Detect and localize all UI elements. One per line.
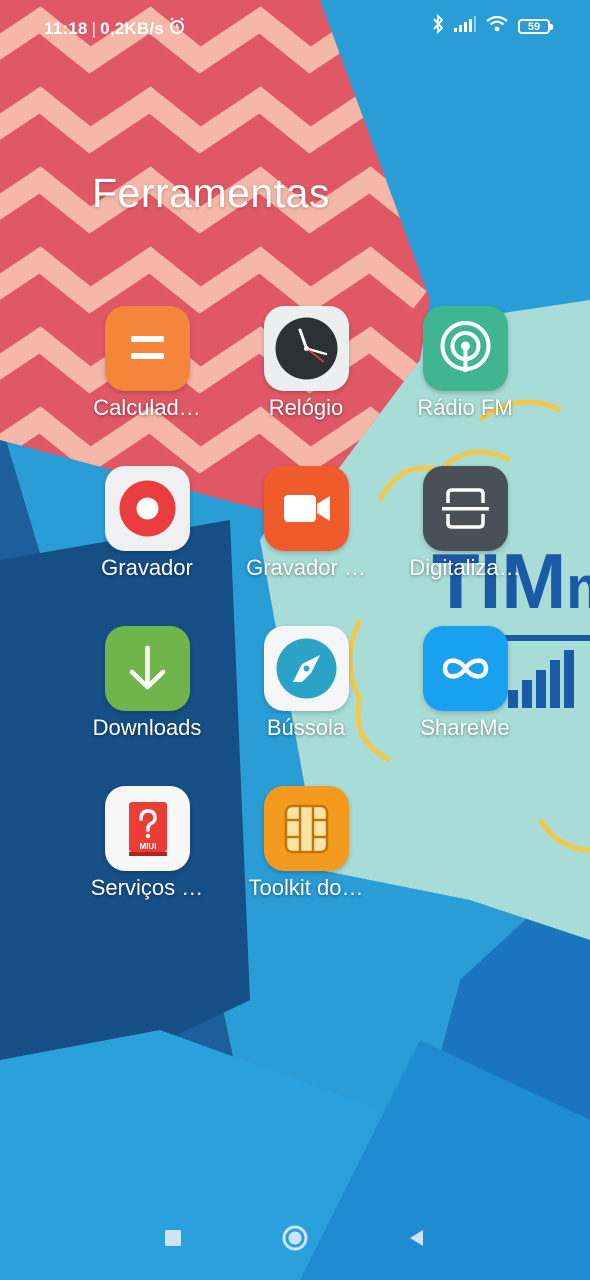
back-icon bbox=[407, 1228, 427, 1253]
app-clock[interactable]: Relógio bbox=[226, 306, 386, 421]
app-label: Toolkit do… bbox=[248, 875, 364, 900]
wallpaper-brand-suffix: m bbox=[566, 554, 590, 621]
scanner-icon bbox=[422, 466, 508, 551]
app-label: Downloads bbox=[92, 715, 202, 740]
download-icon bbox=[104, 626, 190, 711]
app-compass[interactable]: Bússola bbox=[226, 626, 386, 741]
app-calculator[interactable]: Calculad… bbox=[67, 306, 227, 421]
app-label: Calculad… bbox=[93, 395, 201, 420]
navigation-bar bbox=[0, 1200, 590, 1280]
app-label: Relógio bbox=[268, 395, 344, 420]
radio-icon bbox=[422, 306, 508, 391]
recents-button[interactable] bbox=[153, 1220, 193, 1260]
app-screen-recorder[interactable]: Gravador … bbox=[226, 466, 386, 581]
app-label: Rádio FM bbox=[417, 395, 513, 420]
recents-icon bbox=[163, 1228, 183, 1253]
app-scanner[interactable]: Digitaliza… bbox=[385, 466, 545, 581]
status-time: 11:18 bbox=[44, 18, 88, 38]
app-label: ShareMe bbox=[420, 715, 510, 740]
miui-services-icon: MIUI bbox=[104, 786, 190, 871]
app-label: Bússola bbox=[266, 715, 346, 740]
app-label: Gravador … bbox=[246, 555, 366, 580]
wifi-icon bbox=[486, 15, 508, 37]
alarm-icon bbox=[168, 17, 186, 40]
back-button[interactable] bbox=[397, 1220, 437, 1260]
app-label: Serviços … bbox=[90, 875, 204, 900]
folder-title: Ferramentas bbox=[92, 170, 330, 216]
calculator-icon bbox=[104, 306, 190, 391]
app-downloads[interactable]: Downloads bbox=[67, 626, 227, 741]
app-miui-services[interactable]: MIUI Serviços … bbox=[67, 786, 227, 901]
status-right: 59 bbox=[432, 13, 553, 39]
bluetooth-icon bbox=[432, 13, 444, 39]
status-bar: 11:18 | 0,2KB/s 59 bbox=[0, 0, 590, 56]
svg-text:MIUI: MIUI bbox=[139, 842, 156, 851]
status-separator: | bbox=[91, 18, 97, 38]
app-sim-toolkit[interactable]: Toolkit do… bbox=[226, 786, 386, 901]
sim-toolkit-icon bbox=[263, 786, 349, 871]
battery-icon: 59 bbox=[518, 19, 553, 34]
home-button[interactable] bbox=[275, 1220, 315, 1260]
app-label: Gravador bbox=[101, 555, 193, 580]
clock-icon bbox=[263, 306, 349, 391]
app-shareme[interactable]: ShareMe bbox=[385, 626, 545, 741]
app-recorder[interactable]: Gravador bbox=[67, 466, 227, 581]
shareme-icon bbox=[422, 626, 508, 711]
screen-recorder-icon bbox=[263, 466, 349, 551]
app-radio-fm[interactable]: Rádio FM bbox=[385, 306, 545, 421]
signal-icon bbox=[454, 16, 476, 37]
status-left: 11:18 | 0,2KB/s bbox=[44, 17, 186, 40]
recorder-icon bbox=[104, 466, 190, 551]
status-speed: 0,2KB/s bbox=[100, 18, 164, 38]
app-label: Digitaliza… bbox=[409, 555, 521, 580]
home-icon bbox=[281, 1224, 309, 1257]
compass-icon bbox=[263, 626, 349, 711]
